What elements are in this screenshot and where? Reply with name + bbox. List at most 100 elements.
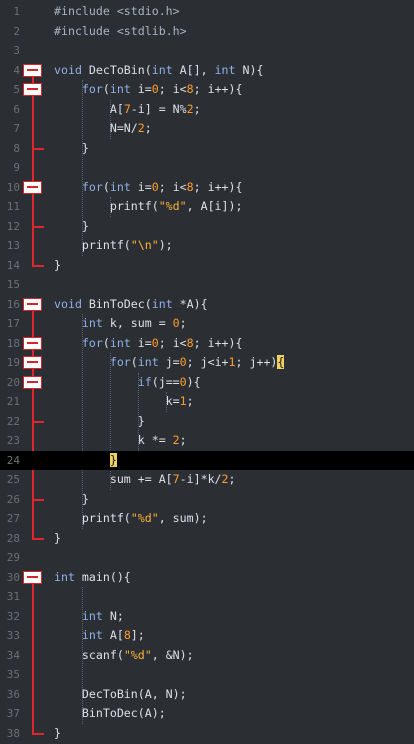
code-line[interactable]: 7 N=N/2; — [0, 119, 414, 139]
code-line[interactable]: 30 int main(){ — [0, 568, 414, 588]
code-text[interactable]: } — [54, 529, 61, 549]
code-text[interactable]: } — [54, 139, 89, 159]
code-text[interactable]: #include <stdio.h> — [54, 2, 180, 22]
code-line[interactable]: 17 int k, sum = 0; — [0, 314, 414, 334]
code-line[interactable]: 3 — [0, 41, 414, 61]
code-token: BinToDec( — [88, 296, 152, 311]
code-token: ; i< — [158, 179, 187, 194]
code-line[interactable]: 1 #include <stdio.h> — [0, 2, 414, 22]
code-text[interactable]: DecToBin(A, N); — [54, 685, 187, 705]
code-token: *A){ — [179, 296, 208, 311]
code-line[interactable]: 5 for(int i=0; i<8; i++){ — [0, 80, 414, 100]
code-text[interactable]: printf("%d", A[i]); — [54, 197, 243, 217]
code-line[interactable]: 25 sum += A[7-i]*k/2; — [0, 470, 414, 490]
code-text[interactable]: int main(){ — [54, 568, 131, 588]
code-text[interactable]: for(int j=0; j<i+1; j++){ — [54, 353, 285, 373]
code-line[interactable]: 34 scanf("%d", &N); — [0, 646, 414, 666]
code-token: 1 — [228, 355, 236, 369]
code-text[interactable]: } — [54, 490, 89, 510]
code-text[interactable]: for(int i=0; i<8; i++){ — [54, 80, 243, 100]
code-text[interactable]: void BinToDec(int *A){ — [54, 295, 208, 315]
code-line[interactable]: 14} — [0, 256, 414, 276]
code-token: for — [81, 179, 103, 194]
code-line[interactable]: 18 for(int i=0; i<8; i++){ — [0, 334, 414, 354]
code-text[interactable]: } — [54, 451, 117, 471]
code-line[interactable]: 22 } — [0, 412, 414, 432]
code-line[interactable]: 35 — [0, 665, 414, 685]
line-number: 28 — [6, 531, 20, 545]
code-text[interactable]: } — [54, 724, 61, 744]
code-token: k, sum = — [109, 316, 173, 330]
code-line[interactable]: 31 — [0, 587, 414, 607]
code-token: ; i< — [158, 335, 187, 350]
code-line[interactable]: 26 } — [0, 490, 414, 510]
code-token: 7 — [172, 472, 180, 486]
code-text[interactable]: void DecToBin(int A[], int N){ — [54, 61, 263, 81]
code-text[interactable]: A[7-i] = N%2; — [54, 100, 201, 120]
code-line[interactable]: 4 void DecToBin(int A[], int N){ — [0, 61, 414, 81]
code-text[interactable]: sum += A[7-i]*k/2; — [54, 470, 236, 490]
code-text[interactable]: } — [54, 256, 61, 276]
code-text[interactable]: printf("%d", sum); — [54, 509, 208, 529]
code-line[interactable]: 15 — [0, 275, 414, 295]
line-number: 27 — [6, 512, 20, 525]
code-line[interactable]: 29 — [0, 548, 414, 568]
code-line[interactable]: 2 #include <stdlib.h> — [0, 22, 414, 42]
code-text[interactable]: for(int i=0; i<8; i++){ — [54, 334, 243, 354]
code-line[interactable]: 13 printf("\n"); — [0, 236, 414, 256]
code-line[interactable]: 36 DecToBin(A, N); — [0, 685, 414, 705]
code-line[interactable]: 23 k *= 2; — [0, 431, 414, 451]
code-token: } — [54, 413, 145, 428]
code-token: 0 — [151, 82, 159, 96]
code-line[interactable]: 10 for(int i=0; i<8; i++){ — [0, 178, 414, 198]
code-token: } — [54, 530, 61, 545]
code-token: 8 — [186, 335, 194, 350]
line-number: 23 — [6, 434, 20, 447]
code-line[interactable]: 38} — [0, 724, 414, 744]
code-line[interactable]: 37 BinToDec(A); — [0, 704, 414, 724]
line-number: 35 — [6, 668, 20, 681]
code-line[interactable]: 8 } — [0, 139, 414, 159]
code-line[interactable]: 11 printf("%d", A[i]); — [0, 197, 414, 217]
code-text[interactable]: N=N/2; — [54, 119, 152, 139]
code-token: } — [109, 452, 117, 467]
code-text[interactable]: BinToDec(A); — [54, 704, 166, 724]
code-line[interactable]: 20 if(j==0){ — [0, 373, 414, 393]
code-token: ; i++){ — [193, 179, 243, 194]
code-text[interactable]: int N; — [54, 607, 124, 627]
code-line[interactable]: 16 void BinToDec(int *A){ — [0, 295, 414, 315]
line-number: 22 — [6, 414, 20, 428]
code-text[interactable]: if(j==0){ — [54, 373, 201, 393]
line-number: 1 — [13, 5, 20, 18]
code-line[interactable]: 19 for(int j=0; j<i+1; j++){ — [0, 353, 414, 373]
code-token: ; — [179, 316, 187, 330]
code-text[interactable]: k *= 2; — [54, 431, 187, 451]
code-token: 8 — [186, 179, 194, 194]
code-text[interactable]: int A[8]; — [54, 626, 145, 646]
code-line[interactable]: 32 int N; — [0, 607, 414, 627]
code-token: ( — [102, 179, 110, 194]
code-token: "%d" — [123, 647, 152, 662]
code-token: for — [109, 355, 131, 369]
code-text[interactable]: k=1; — [54, 392, 194, 412]
code-line[interactable]: 6 A[7-i] = N%2; — [0, 100, 414, 120]
code-text[interactable]: #include <stdlib.h> — [54, 22, 187, 42]
code-line[interactable]: 28} — [0, 529, 414, 549]
code-token: ; j++) — [235, 355, 278, 369]
code-line[interactable]: 21 k=1; — [0, 392, 414, 412]
code-text[interactable]: for(int i=0; i<8; i++){ — [54, 178, 243, 198]
code-token: scanf( — [54, 647, 124, 662]
code-text[interactable]: printf("\n"); — [54, 236, 173, 256]
code-token: N; — [109, 608, 124, 623]
code-line[interactable]: 12 } — [0, 217, 414, 237]
code-text[interactable]: scanf("%d", &N); — [54, 646, 194, 666]
code-editor[interactable]: 1 #include <stdio.h> 2 #include <stdlib.h> 3… — [0, 0, 414, 744]
code-text[interactable]: } — [54, 412, 145, 432]
code-text[interactable]: int k, sum = 0; — [54, 314, 187, 334]
code-line[interactable]: 27 printf("%d", sum); — [0, 509, 414, 529]
code-text[interactable]: } — [54, 217, 89, 237]
code-line[interactable]: 33 int A[8]; — [0, 626, 414, 646]
code-line[interactable]: 24 } — [0, 450, 414, 471]
code-line[interactable]: 9 — [0, 158, 414, 178]
